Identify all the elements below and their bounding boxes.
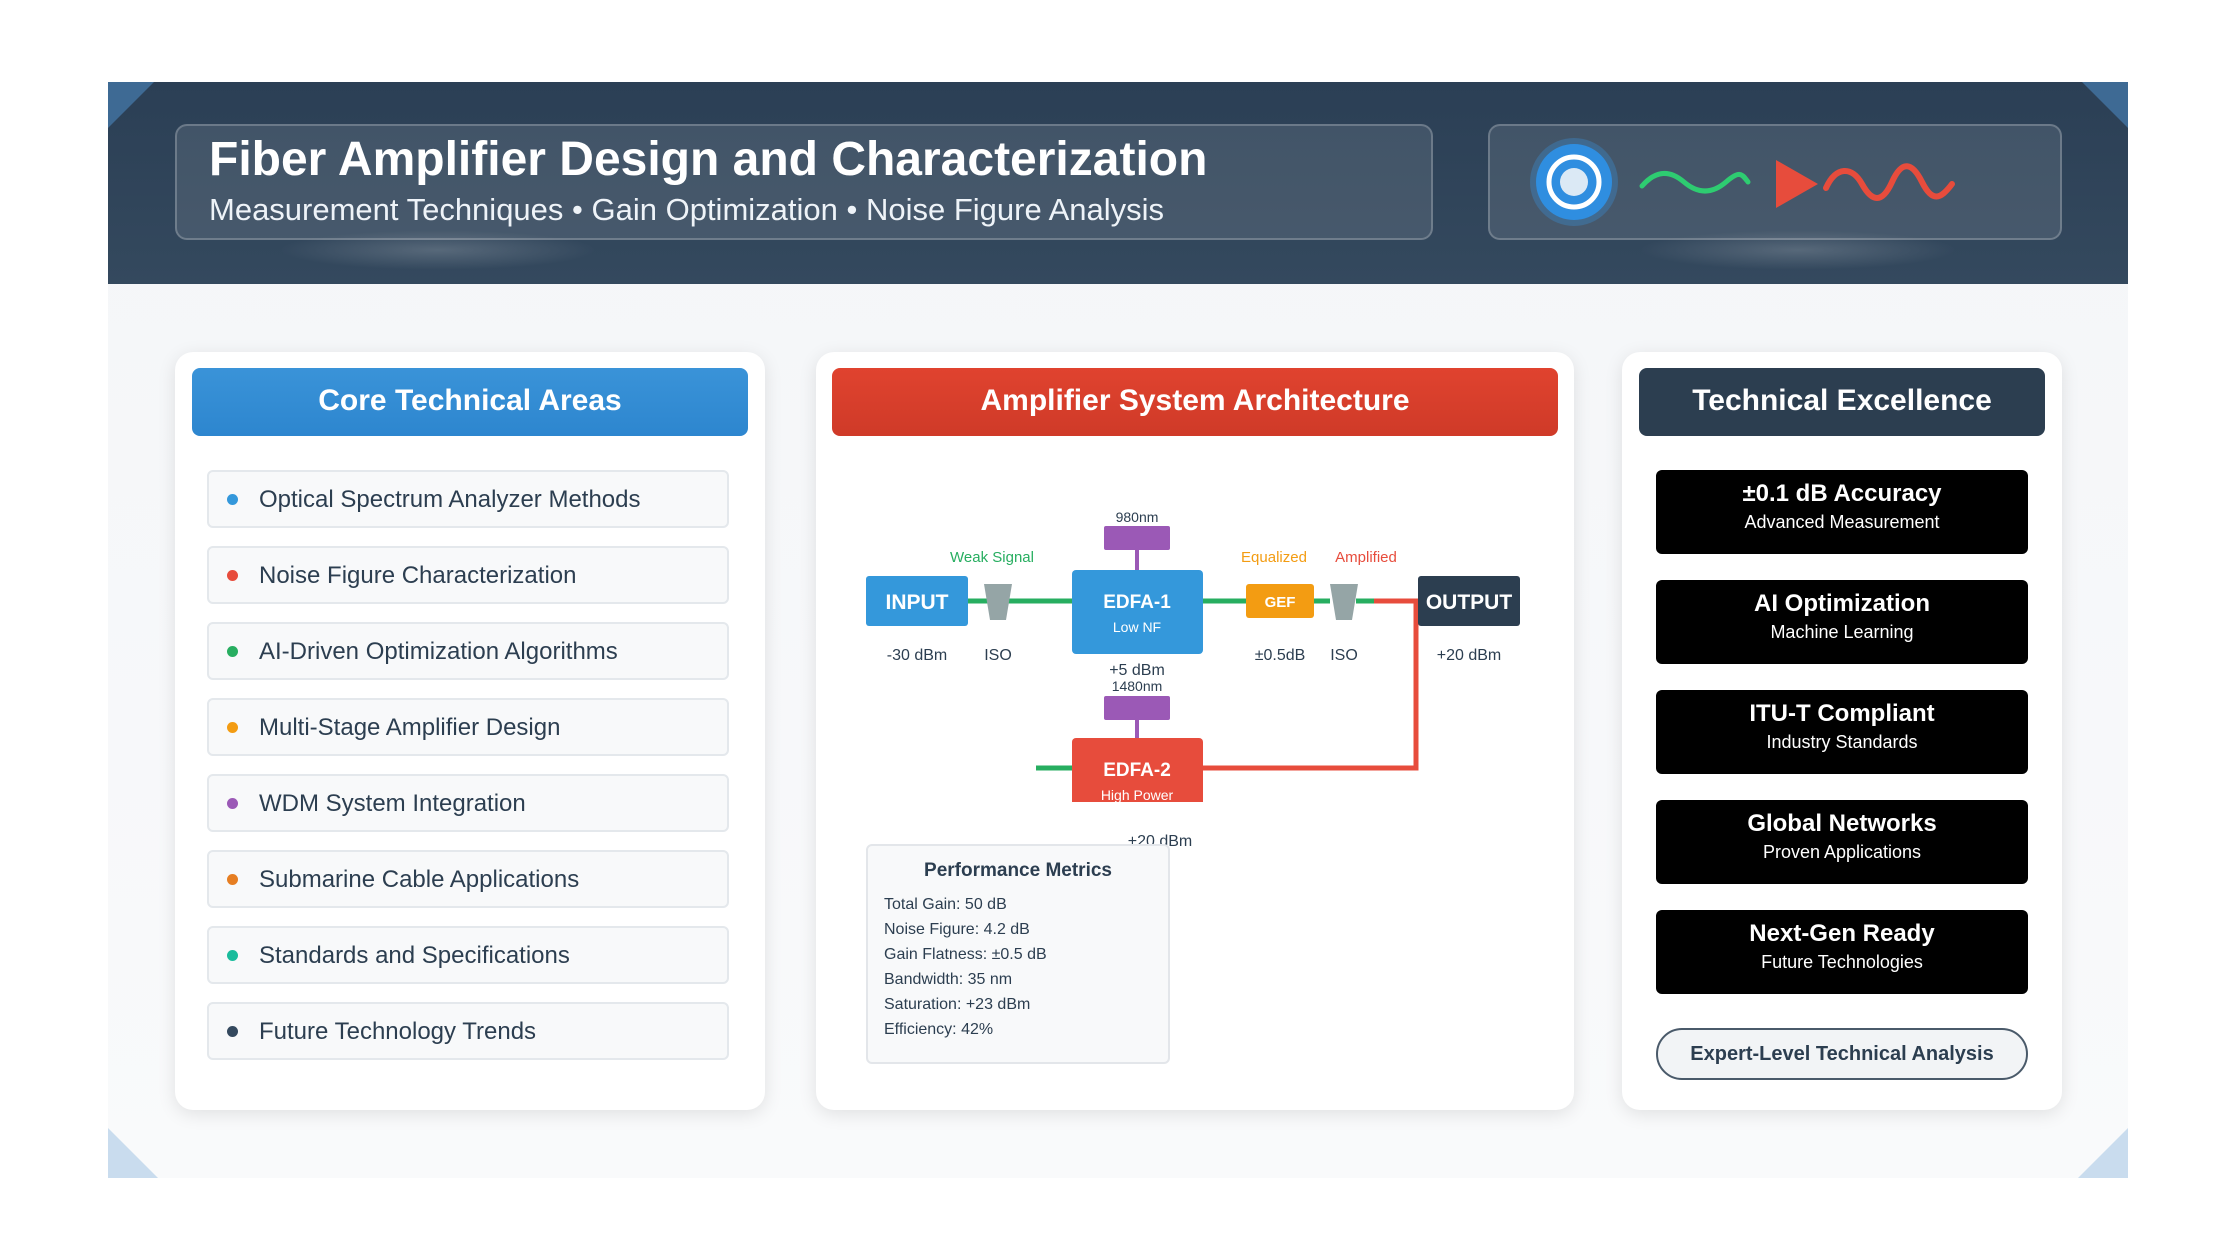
metric-item: Total Gain: 50 dB (884, 896, 1007, 913)
pump-1480-block (1104, 696, 1170, 720)
expert-analysis-button[interactable]: Expert-Level Technical Analysis (1656, 1028, 2028, 1080)
page-title: Fiber Amplifier Design and Characterizat… (209, 133, 1208, 186)
weak-signal-label: Weak Signal (950, 549, 1034, 566)
output-level: +20 dBm (1437, 647, 1501, 664)
architecture-card: Amplifier System Architecture INPUT -30 … (816, 352, 1574, 1110)
gef-label: GEF (1265, 594, 1296, 611)
list-item-label: Standards and Specifications (259, 942, 570, 969)
list-item[interactable]: Future Technology Trends (207, 1002, 729, 1060)
excellence-item-title: ±0.1 dB Accuracy (1742, 480, 1942, 507)
output-label: OUTPUT (1426, 591, 1513, 614)
excellence-card: Technical Excellence ±0.1 dB Accuracy Ad… (1622, 352, 2062, 1110)
excellence-item: Next-Gen Ready Future Technologies (1656, 910, 2028, 994)
corner-accent (108, 82, 154, 128)
amplified-label: Amplified (1335, 549, 1397, 566)
list-item-label: Future Technology Trends (259, 1018, 537, 1045)
excellence-item-title: Global Networks (1747, 810, 1937, 837)
pump-980-label: 980nm (1116, 509, 1159, 525)
metric-item: Noise Figure: 4.2 dB (884, 921, 1030, 938)
slide: Fiber Amplifier Design and Characterizat… (108, 82, 2128, 1178)
bullet-dot (227, 950, 238, 961)
list-item[interactable]: Multi-Stage Amplifier Design (207, 698, 729, 756)
isolator-icon (984, 584, 1012, 620)
play-arrow-icon (1776, 160, 1818, 208)
corner-accent (2082, 82, 2128, 128)
core-areas-heading: Core Technical Areas (192, 368, 748, 436)
isolator-icon (1330, 584, 1358, 620)
corner-accent (108, 1128, 158, 1178)
pump-1480-label: 1480nm (1112, 678, 1163, 694)
bullet-dot (227, 1026, 238, 1037)
metric-item: Efficiency: 42% (884, 1021, 994, 1038)
metric-item: Saturation: +23 dBm (884, 996, 1031, 1013)
excellence-item-subtitle: Advanced Measurement (1744, 512, 1940, 532)
list-item[interactable]: Optical Spectrum Analyzer Methods (207, 470, 729, 528)
list-item[interactable]: Noise Figure Characterization (207, 546, 729, 604)
equalized-label: Equalized (1241, 549, 1307, 566)
input-level: -30 dBm (887, 647, 947, 664)
amplified-path (1203, 598, 1419, 771)
gef-level: ±0.5dB (1255, 647, 1306, 664)
edfa1-title: EDFA-1 (1103, 592, 1171, 613)
bullet-dot (227, 798, 238, 809)
excellence-item: ±0.1 dB Accuracy Advanced Measurement (1656, 470, 2028, 554)
list-item-label: Submarine Cable Applications (259, 866, 580, 893)
excellence-item-subtitle: Proven Applications (1762, 842, 1922, 862)
list-item-label: Optical Spectrum Analyzer Methods (259, 486, 641, 513)
excellence-item-title: AI Optimization (1754, 590, 1930, 617)
metric-item: Gain Flatness: ±0.5 dB (884, 946, 1047, 963)
excellence-item: AI Optimization Machine Learning (1656, 580, 2028, 664)
isolator-label: ISO (984, 647, 1012, 664)
bullet-dot (227, 570, 238, 581)
edfa1-level: +5 dBm (1109, 662, 1165, 679)
bullet-dot (227, 646, 238, 657)
excellence-item-title: ITU-T Compliant (1749, 700, 1935, 727)
metrics-list: Total Gain: 50 dB Noise Figure: 4.2 dB G… (884, 896, 1047, 1046)
bullet-dot (227, 722, 238, 733)
metrics-title: Performance Metrics (924, 860, 1112, 881)
list-item-label: Multi-Stage Amplifier Design (259, 714, 561, 741)
edfa2-title: EDFA-2 (1103, 760, 1171, 781)
excellence-item: Global Networks Proven Applications (1656, 800, 2028, 884)
input-label: INPUT (886, 591, 949, 614)
icon-panel (1488, 124, 2062, 240)
list-item[interactable]: Submarine Cable Applications (207, 850, 729, 908)
excellence-item-subtitle: Future Technologies (1761, 952, 1923, 972)
green-wave-icon (1639, 171, 1751, 194)
target-icon (1530, 138, 1618, 226)
performance-metrics-panel: Performance Metrics Total Gain: 50 dB No… (866, 844, 1170, 1064)
page-subtitle: Measurement Techniques • Gain Optimizati… (209, 192, 1165, 227)
amplifier-diagram: INPUT -30 dBm ISO Weak Signal 980nm EDFA… (866, 509, 1520, 802)
excellence-item-subtitle: Industry Standards (1766, 732, 1918, 752)
core-areas-list: Optical Spectrum Analyzer Methods Noise … (207, 470, 729, 1078)
list-item-label: Noise Figure Characterization (259, 562, 577, 589)
excellence-item-title: Next-Gen Ready (1749, 920, 1935, 947)
corner-accent (2078, 1128, 2128, 1178)
excellence-item: ITU-T Compliant Industry Standards (1656, 690, 2028, 774)
edfa2-subtitle: High Power (1101, 787, 1174, 802)
pump-980-block (1104, 526, 1170, 550)
glow-decoration (278, 230, 598, 270)
isolator-label: ISO (1330, 647, 1358, 664)
red-wave-icon (1823, 163, 1955, 201)
bullet-dot (227, 494, 238, 505)
bullet-dot (227, 874, 238, 885)
edfa1-subtitle: Low NF (1113, 619, 1161, 635)
list-item-label: WDM System Integration (259, 790, 526, 817)
glow-decoration (1638, 230, 1958, 270)
metric-item: Bandwidth: 35 nm (884, 971, 1013, 988)
core-areas-card: Core Technical Areas Optical Spectrum An… (175, 352, 765, 1110)
excellence-item-subtitle: Machine Learning (1770, 622, 1914, 642)
signal-icons (1530, 138, 1955, 226)
header-banner: Fiber Amplifier Design and Characterizat… (108, 82, 2128, 284)
list-item[interactable]: Standards and Specifications (207, 926, 729, 984)
excellence-heading: Technical Excellence (1639, 368, 2045, 436)
list-item-label: AI-Driven Optimization Algorithms (259, 638, 618, 665)
list-item[interactable]: AI-Driven Optimization Algorithms (207, 622, 729, 680)
title-panel: Fiber Amplifier Design and Characterizat… (175, 124, 1433, 240)
list-item[interactable]: WDM System Integration (207, 774, 729, 832)
